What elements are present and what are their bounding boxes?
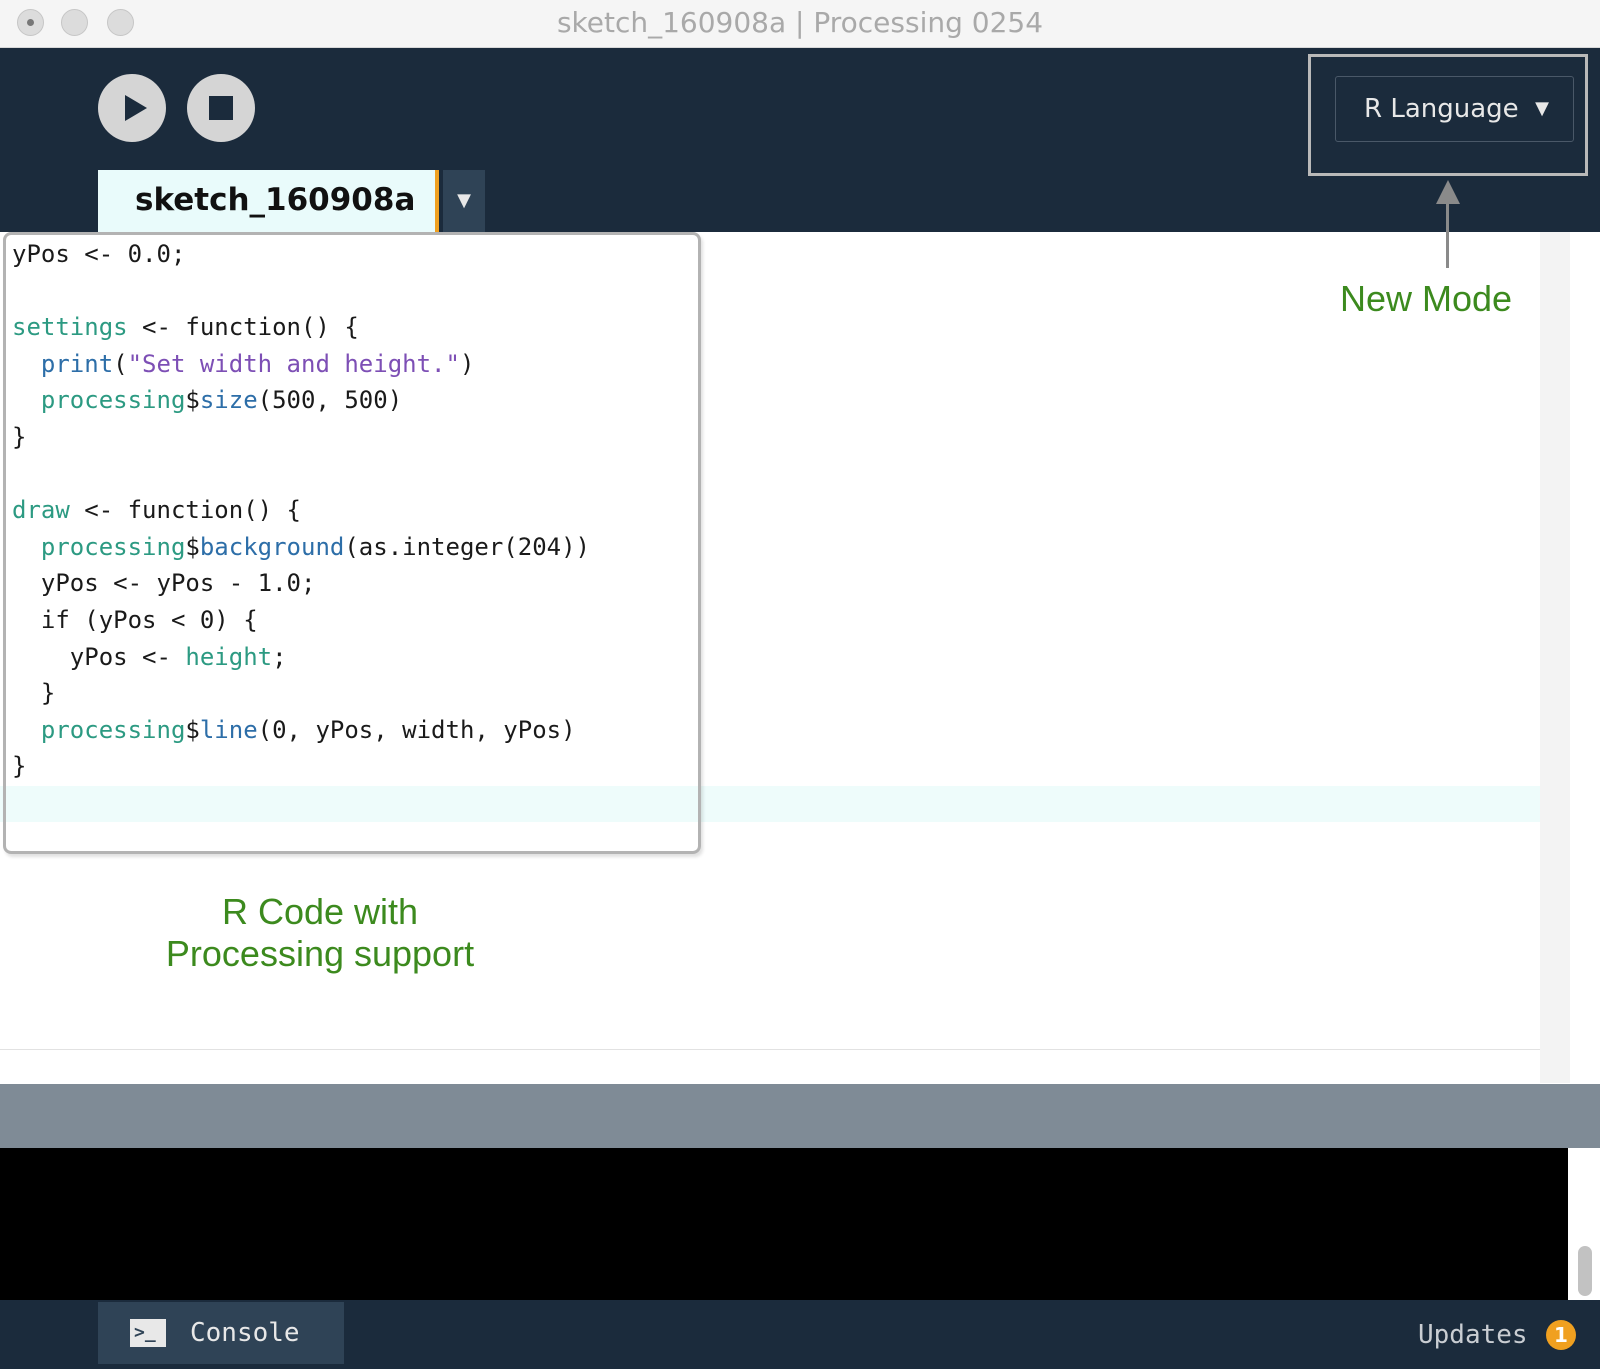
mode-selector[interactable]: R Language ▼ xyxy=(1335,76,1574,142)
window-title: sketch_160908a | Processing 0254 xyxy=(556,6,1044,39)
tab-sketch[interactable]: sketch_160908a xyxy=(98,170,439,232)
editor-vertical-scrollbar[interactable] xyxy=(1540,232,1570,1049)
annotation-arrow-line xyxy=(1446,198,1449,268)
run-button[interactable] xyxy=(98,74,166,142)
chevron-down-icon: ▼ xyxy=(1535,98,1549,119)
tab-label: sketch_160908a xyxy=(135,182,416,218)
chevron-down-icon: ▼ xyxy=(457,190,471,211)
console-scrollbar-thumb[interactable] xyxy=(1578,1246,1592,1296)
console-tab-label: Console xyxy=(190,1318,300,1348)
scrollbar-corner xyxy=(1540,1049,1570,1083)
updates-button[interactable]: Updates xyxy=(1418,1318,1528,1352)
panel-divider[interactable] xyxy=(0,1084,1600,1148)
annotation-new-mode: New Mode xyxy=(1340,278,1513,319)
terminal-icon: >_ xyxy=(130,1319,166,1347)
stop-button[interactable] xyxy=(187,74,255,142)
editor-horizontal-scrollbar[interactable] xyxy=(0,1049,1570,1084)
annotation-r-code-line2: Processing support xyxy=(165,933,475,974)
annotation-r-code: R Code with Processing support xyxy=(120,891,520,975)
mode-selector-label: R Language xyxy=(1364,94,1519,124)
tab-menu-button[interactable]: ▼ xyxy=(443,170,485,232)
console-output[interactable] xyxy=(0,1148,1568,1300)
console-tab[interactable]: >_ Console xyxy=(98,1302,344,1364)
annotation-r-code-line1: R Code with xyxy=(221,891,419,932)
updates-badge[interactable]: 1 xyxy=(1546,1320,1576,1350)
title-bar: sketch_160908a | Processing 0254 xyxy=(0,0,1600,48)
code-highlight-box xyxy=(3,232,701,854)
